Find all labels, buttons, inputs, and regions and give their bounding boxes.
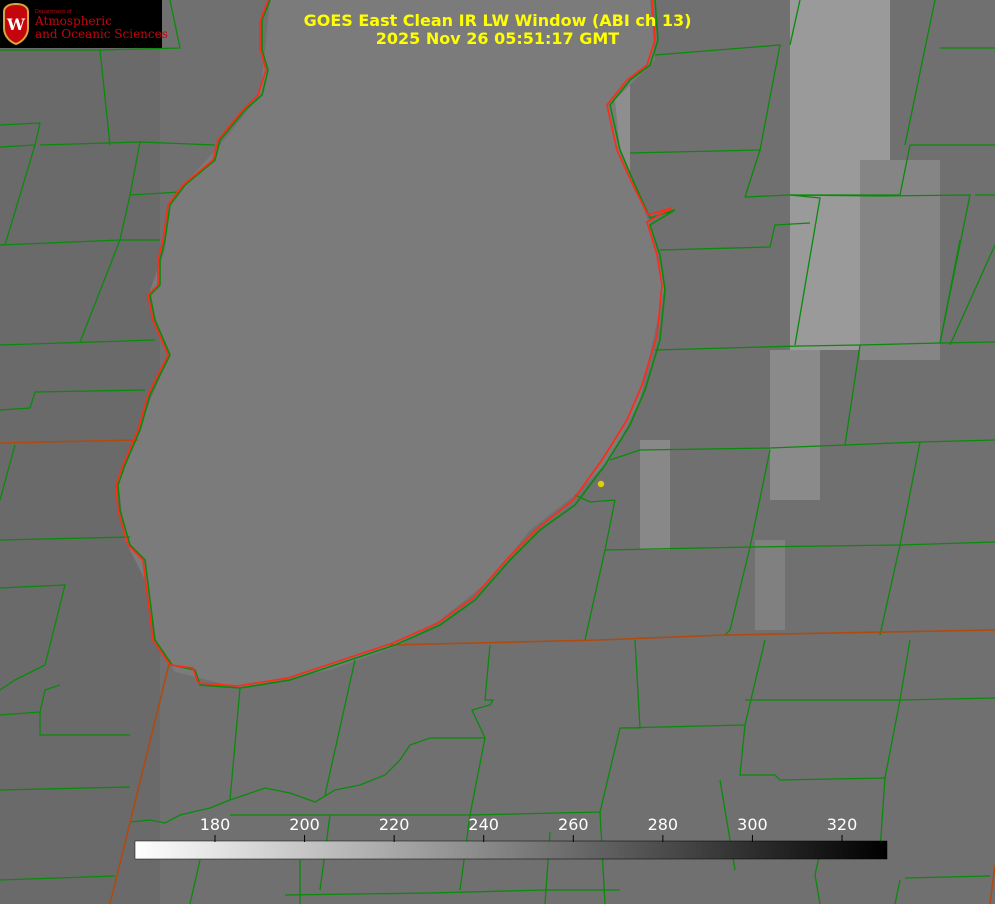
colorbar-tick-label: 180 bbox=[199, 815, 231, 834]
colorbar-gradient bbox=[134, 840, 888, 860]
logo-line-1: Atmospheric bbox=[35, 14, 112, 28]
cloud-band-4 bbox=[770, 350, 820, 500]
colorbar-tick-label: 220 bbox=[378, 815, 410, 834]
location-marker bbox=[597, 480, 605, 488]
logo-line-2: and Oceanic Sciences bbox=[35, 27, 168, 41]
uw-aos-logo: W Department of Atmospheric and Oceanic … bbox=[0, 0, 168, 48]
cloud-band-5 bbox=[640, 440, 670, 550]
image-title: GOES East Clean IR LW Window (ABI ch 13) bbox=[303, 11, 692, 30]
cloud-band-6 bbox=[755, 540, 785, 630]
uw-crest-icon: W bbox=[3, 2, 29, 46]
crest-letter: W bbox=[6, 15, 26, 34]
satellite-map bbox=[0, 0, 995, 904]
colorbar-tick-label: 260 bbox=[558, 815, 589, 834]
colorbar-tick-label: 200 bbox=[289, 815, 320, 834]
image-timestamp: 2025 Nov 26 05:51:17 GMT bbox=[375, 29, 620, 48]
colorbar-tick-label: 240 bbox=[468, 815, 499, 834]
cloud-band-3 bbox=[860, 160, 940, 360]
colorbar-tick-label: 300 bbox=[737, 815, 768, 834]
colorbar-tick-label: 280 bbox=[647, 815, 679, 834]
colorbar-tick-label: 320 bbox=[826, 815, 858, 834]
